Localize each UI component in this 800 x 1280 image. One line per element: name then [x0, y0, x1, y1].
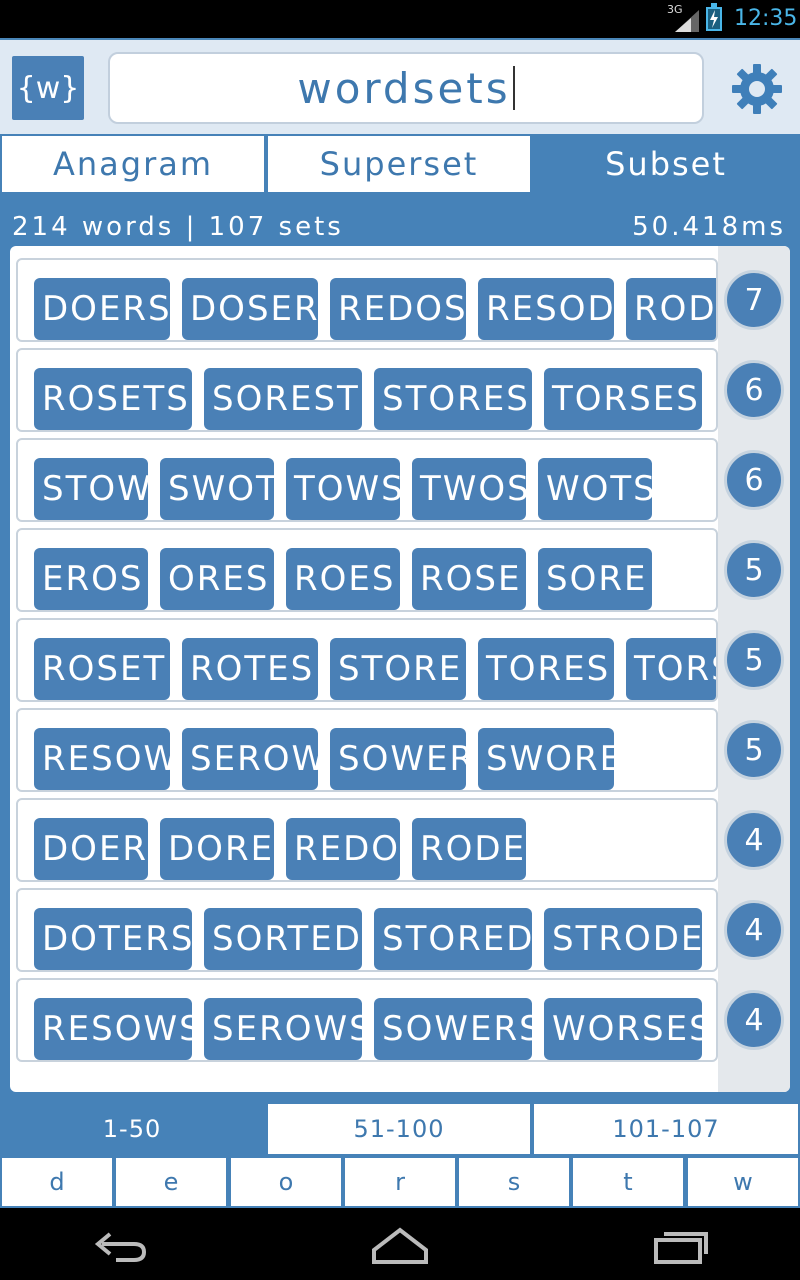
result-set-row[interactable]: DOTERS SORTED STORED STRODE: [16, 888, 718, 972]
results-frame: DOERSDOSERREDOSRESODRODESROSETSSORESTSTO…: [0, 246, 800, 1104]
result-set-row[interactable]: DOERSDOSERREDOSRESODRODES: [16, 258, 718, 342]
result-set-row[interactable]: RESOWS SEROWS SOWERS WORSES: [16, 978, 718, 1062]
page-tab-1-50[interactable]: 1-50: [0, 1104, 264, 1154]
word-chip[interactable]: RODE: [412, 818, 526, 880]
word-chip[interactable]: SORE: [538, 548, 652, 610]
word-chip[interactable]: TORSES: [544, 368, 702, 430]
word-set-summary: 214 words | 107 sets: [12, 212, 344, 242]
app-logo[interactable]: {w}: [12, 56, 84, 120]
word-chip[interactable]: ROSE: [412, 548, 526, 610]
word-chip[interactable]: SOREST: [204, 368, 362, 430]
home-icon[interactable]: [368, 1222, 432, 1266]
search-input[interactable]: wordsets: [108, 52, 704, 124]
result-set-row[interactable]: STOW SWOT TOWS TWOS WOTS: [16, 438, 718, 522]
result-set-row[interactable]: ROSETS SOREST STORES TORSES: [16, 348, 718, 432]
set-count-badge: 4: [724, 990, 784, 1050]
page-tab-101-107[interactable]: 101-107: [534, 1104, 798, 1154]
word-chip[interactable]: STORES: [374, 368, 532, 430]
status-bar: 3G 12:35: [0, 0, 800, 38]
results-list[interactable]: DOERSDOSERREDOSRESODRODESROSETSSORESTSTO…: [10, 246, 790, 1092]
word-chip[interactable]: SEROW: [182, 728, 318, 790]
result-set-row[interactable]: ROSETROTESSTORETORESTORSE: [16, 618, 718, 702]
word-chip[interactable]: SEROWS: [204, 998, 362, 1060]
set-count-badge: 6: [724, 360, 784, 420]
letter-filter-button[interactable]: t: [573, 1158, 683, 1206]
result-set-row[interactable]: RESOW SEROW SOWER SWORE: [16, 708, 718, 792]
word-chip[interactable]: ROSET: [34, 638, 170, 700]
word-chip[interactable]: DOTERS: [34, 908, 192, 970]
word-chip[interactable]: TORES: [478, 638, 614, 700]
word-chip[interactable]: DORE: [160, 818, 274, 880]
word-chip[interactable]: DOERS: [34, 278, 170, 340]
word-chip[interactable]: ROES: [286, 548, 400, 610]
word-chip[interactable]: DOER: [34, 818, 148, 880]
set-count-badge: 5: [724, 720, 784, 780]
word-chip[interactable]: DOSER: [182, 278, 318, 340]
word-chip[interactable]: REDOS: [330, 278, 466, 340]
word-chip[interactable]: SWOT: [160, 458, 274, 520]
set-count-badge: 4: [724, 900, 784, 960]
word-chip[interactable]: SOWERS: [374, 998, 532, 1060]
word-chip[interactable]: TORSE: [626, 638, 716, 700]
word-chip[interactable]: ROTES: [182, 638, 318, 700]
word-chip[interactable]: WOTS: [538, 458, 652, 520]
word-chip[interactable]: ROSETS: [34, 368, 192, 430]
tab-superset[interactable]: Superset: [268, 136, 530, 192]
set-count-badge: 5: [724, 540, 784, 600]
set-count-badge: 5: [724, 630, 784, 690]
letter-filter: deorstw: [0, 1156, 800, 1208]
word-chip[interactable]: RESOWS: [34, 998, 192, 1060]
letter-filter-button[interactable]: e: [116, 1158, 226, 1206]
page-tab-51-100[interactable]: 51-100: [268, 1104, 530, 1154]
page-tabs: 1-50 51-100 101-107: [0, 1104, 800, 1156]
word-chip[interactable]: TOWS: [286, 458, 400, 520]
letter-filter-button[interactable]: r: [345, 1158, 455, 1206]
tab-anagram[interactable]: Anagram: [2, 136, 264, 192]
word-chip[interactable]: RESOD: [478, 278, 614, 340]
word-chip[interactable]: TWOS: [412, 458, 526, 520]
word-chip[interactable]: RODES: [626, 278, 716, 340]
search-time: 50.418ms: [632, 212, 786, 242]
set-count-badge: 4: [724, 810, 784, 870]
letter-filter-button[interactable]: d: [2, 1158, 112, 1206]
set-count-badge: 6: [724, 450, 784, 510]
letter-filter-button[interactable]: s: [459, 1158, 569, 1206]
word-chip[interactable]: SORTED: [204, 908, 362, 970]
stats-bar: 214 words | 107 sets 50.418ms: [0, 194, 800, 246]
word-chip[interactable]: EROS: [34, 548, 148, 610]
word-chip[interactable]: STRODE: [544, 908, 702, 970]
clock: 12:35: [734, 6, 798, 31]
tab-subset[interactable]: Subset: [534, 136, 798, 192]
result-set-row[interactable]: EROS ORES ROES ROSE SORE: [16, 528, 718, 612]
logo-text: {w}: [16, 70, 80, 106]
app-header: {w} wordsets: [0, 38, 800, 134]
word-chip[interactable]: ORES: [160, 548, 274, 610]
gear-icon[interactable]: [730, 62, 784, 116]
word-chip[interactable]: RESOW: [34, 728, 170, 790]
letter-filter-button[interactable]: o: [231, 1158, 341, 1206]
letter-filter-button[interactable]: w: [688, 1158, 798, 1206]
word-chip[interactable]: SWORE: [478, 728, 614, 790]
signal-icon: [675, 10, 699, 32]
recents-icon[interactable]: [650, 1222, 714, 1266]
back-icon[interactable]: [88, 1222, 152, 1266]
text-cursor: [512, 66, 515, 110]
word-chip[interactable]: WORSES: [544, 998, 702, 1060]
word-chip[interactable]: STOW: [34, 458, 148, 520]
battery-icon: [706, 3, 722, 31]
search-text: wordsets: [297, 63, 511, 113]
word-chip[interactable]: REDO: [286, 818, 400, 880]
nav-bar: [0, 1208, 800, 1280]
set-count-badge: 7: [724, 270, 784, 330]
result-set-row[interactable]: DOER DORE REDO RODE: [16, 798, 718, 882]
word-chip[interactable]: STORE: [330, 638, 466, 700]
word-chip[interactable]: STORED: [374, 908, 532, 970]
word-chip[interactable]: SOWER: [330, 728, 466, 790]
mode-tabs: Anagram Superset Subset: [0, 134, 800, 194]
count-strip: 7 6 6 5 5 5 4 4 4: [718, 246, 790, 1092]
